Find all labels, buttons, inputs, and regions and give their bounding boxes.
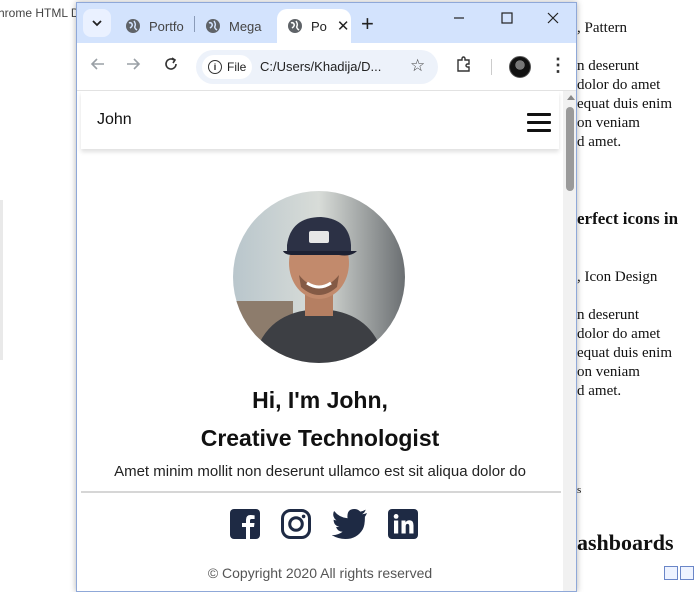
taskbar-corner-icons[interactable] (664, 566, 694, 584)
background-line: equat duis enim (577, 345, 672, 361)
tab-portfolio-1[interactable]: Portfo (115, 9, 193, 43)
profile-photo (233, 191, 405, 363)
reload-icon (165, 57, 177, 70)
tab-strip: Portfo Mega Po ✕ + (77, 3, 576, 43)
forward-button[interactable] (125, 56, 141, 77)
background-strip (0, 200, 3, 360)
background-line: s (577, 484, 582, 496)
background-line: d amet. (577, 383, 622, 399)
tab-search-button[interactable] (83, 9, 111, 37)
background-line: n deserunt (577, 307, 640, 323)
profile-photo-illustration (233, 191, 405, 363)
page-viewport: John Hi, I'm John, Creative Technologist… (77, 91, 563, 591)
greeting-line-1: Hi, I'm John, (252, 387, 388, 413)
arrow-left-icon (90, 58, 104, 70)
chevron-down-icon (92, 20, 102, 27)
background-line: , Pattern (577, 20, 627, 36)
greeting-line-2: Creative Technologist (200, 425, 440, 451)
maximize-button[interactable] (501, 11, 513, 28)
background-line: dolor do amet (577, 77, 661, 93)
extensions-button[interactable] (455, 55, 473, 78)
new-tab-button[interactable]: + (361, 11, 374, 37)
instagram-icon[interactable] (280, 508, 312, 540)
close-window-button[interactable] (547, 11, 559, 28)
facebook-icon[interactable] (229, 508, 261, 540)
bookmark-star-icon[interactable]: ☆ (410, 56, 425, 76)
minimize-icon (454, 17, 464, 19)
background-line: equat duis enim (577, 96, 672, 112)
tab-portfolio-active[interactable]: Po ✕ (277, 9, 351, 43)
background-line: dolor do amet (577, 326, 661, 342)
address-bar[interactable]: i File C:/Users/Khadija/D... ☆ (196, 50, 438, 84)
url-text[interactable]: C:/Users/Khadija/D... (260, 59, 381, 74)
twitter-icon[interactable] (331, 508, 368, 540)
linkedin-icon[interactable] (387, 508, 419, 540)
social-links (229, 507, 419, 541)
page-scrollbar[interactable] (563, 91, 576, 591)
intro-description: Amet minim mollit non deserunt ullamco e… (114, 463, 526, 480)
background-line: on veniam (577, 364, 640, 380)
browser-window: Portfo Mega Po ✕ + i File C:/Users/Khadi… (76, 2, 577, 592)
back-button[interactable] (90, 56, 106, 77)
arrow-right-icon (127, 58, 141, 70)
site-info-chip[interactable]: i File (202, 55, 252, 79)
minimize-button[interactable] (453, 11, 465, 28)
background-heading: erfect icons in (577, 209, 679, 228)
tab-mega[interactable]: Mega (195, 9, 275, 43)
background-right-column: , Pattern n deserunt dolor do amet equat… (577, 0, 694, 584)
background-line: , Icon Design (577, 269, 658, 285)
background-line: n deserunt (577, 58, 640, 74)
site-navbar: John (81, 91, 559, 149)
site-info-label: File (227, 60, 247, 74)
background-left-text: hrome HTML D (0, 6, 80, 20)
toolbar-separator (491, 59, 492, 75)
site-brand[interactable]: John (97, 111, 132, 129)
close-tab-icon[interactable]: ✕ (337, 17, 350, 35)
puzzle-icon (457, 56, 470, 72)
background-line: on veniam (577, 115, 640, 131)
menu-kebab-icon[interactable]: ⋮ (549, 55, 567, 76)
scroll-up-arrow-icon[interactable] (567, 95, 575, 100)
section-divider (81, 491, 561, 493)
tab-title: Mega (229, 18, 262, 34)
browser-toolbar: i File C:/Users/Khadija/D... ☆ ⋮ (77, 43, 576, 91)
profile-avatar[interactable] (509, 56, 531, 78)
globe-icon (206, 19, 220, 33)
reload-button[interactable] (163, 56, 179, 77)
tab-title: Portfo (149, 18, 184, 34)
copyright-text: © Copyright 2020 All rights reserved (207, 565, 433, 581)
info-icon: i (208, 60, 222, 74)
maximize-icon (501, 12, 513, 24)
globe-icon (126, 19, 140, 33)
background-heading: ashboards (577, 530, 674, 555)
globe-icon (288, 19, 302, 33)
hamburger-menu-icon[interactable] (527, 113, 551, 132)
background-line: d amet. (577, 134, 622, 150)
tab-title: Po (311, 18, 327, 34)
close-icon (547, 12, 559, 24)
scroll-thumb[interactable] (566, 107, 574, 191)
